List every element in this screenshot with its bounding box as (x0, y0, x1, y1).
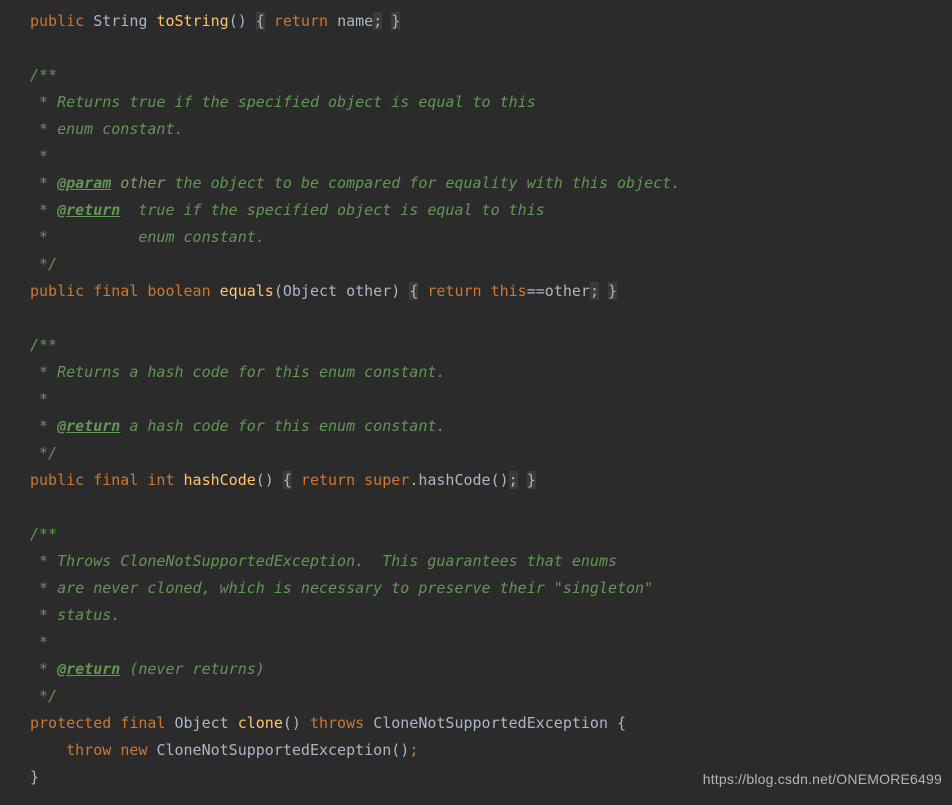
method-toString: toString (156, 12, 228, 30)
javadoc-line: * enum constant. (30, 224, 952, 251)
javadoc-line: * Returns true if the specified object i… (30, 89, 952, 116)
code-line: protected final Object clone() throws Cl… (30, 710, 952, 737)
javadoc-line: * @return (never returns) (30, 656, 952, 683)
javadoc-line: * (30, 629, 952, 656)
code-line: public final boolean equals(Object other… (30, 278, 952, 305)
javadoc-line: */ (30, 251, 952, 278)
javadoc-tag-return: @return (57, 660, 120, 678)
javadoc-line: * status. (30, 602, 952, 629)
code-line: public String toString() { return name; … (30, 8, 952, 35)
javadoc-line: * are never cloned, which is necessary t… (30, 575, 952, 602)
javadoc-line: /** (30, 521, 952, 548)
method-clone: clone (238, 714, 283, 732)
method-hashCode: hashCode (184, 471, 256, 489)
blank-line (30, 35, 952, 62)
javadoc-line: * Returns a hash code for this enum cons… (30, 359, 952, 386)
javadoc-line: * (30, 143, 952, 170)
blank-line (30, 305, 952, 332)
javadoc-tag-return: @return (57, 417, 120, 435)
javadoc-line: * @return a hash code for this enum cons… (30, 413, 952, 440)
javadoc-line: * enum constant. (30, 116, 952, 143)
javadoc-tag-return: @return (57, 201, 120, 219)
javadoc-line: * @param other the object to be compared… (30, 170, 952, 197)
javadoc-line: * @return true if the specified object i… (30, 197, 952, 224)
watermark-text: https://blog.csdn.net/ONEMORE6499 (703, 766, 942, 793)
brace-open: { (256, 12, 265, 30)
code-line: throw new CloneNotSupportedException(); (30, 737, 952, 764)
javadoc-line: /** (30, 332, 952, 359)
keyword-public: public (30, 12, 84, 30)
code-editor[interactable]: public String toString() { return name; … (30, 8, 952, 791)
javadoc-line: */ (30, 683, 952, 710)
javadoc-line: */ (30, 440, 952, 467)
javadoc-tag-param: @param (57, 174, 111, 192)
method-equals: equals (220, 282, 274, 300)
javadoc-line: /** (30, 62, 952, 89)
blank-line (30, 494, 952, 521)
keyword-return: return (274, 12, 328, 30)
brace-close: } (391, 12, 400, 30)
type-string: String (93, 12, 147, 30)
javadoc-line: * (30, 386, 952, 413)
javadoc-line: * Throws CloneNotSupportedException. Thi… (30, 548, 952, 575)
code-line: public final int hashCode() { return sup… (30, 467, 952, 494)
